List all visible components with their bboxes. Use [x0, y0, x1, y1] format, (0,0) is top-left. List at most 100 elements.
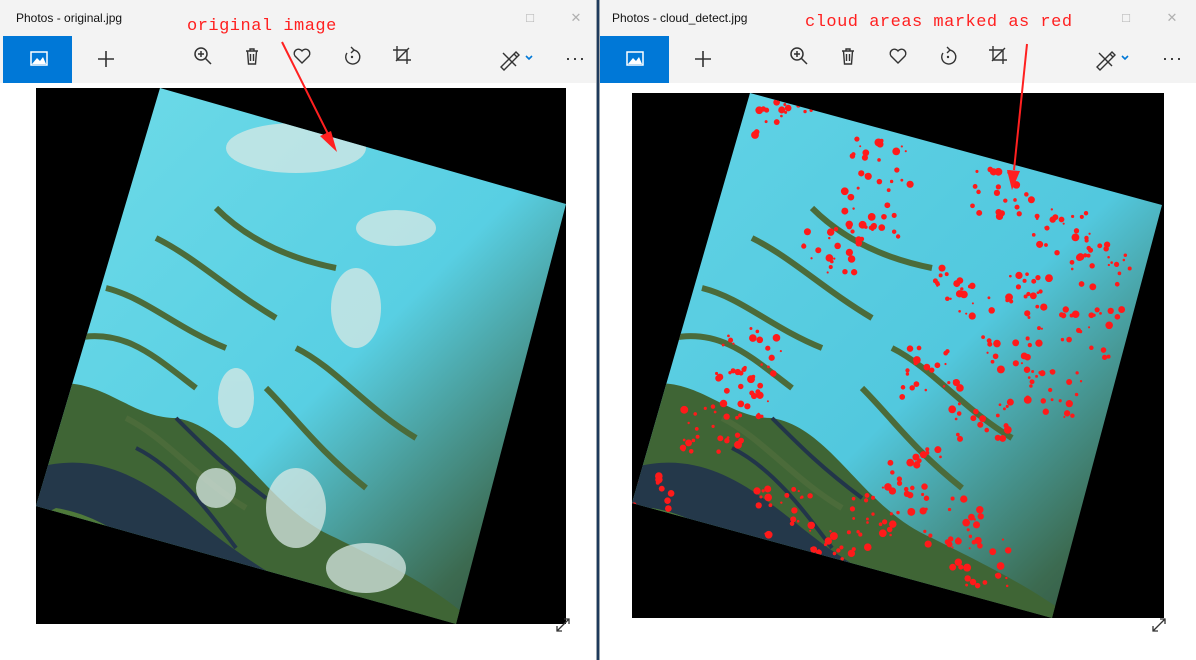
cloud-mark	[780, 501, 783, 504]
more-button[interactable]: ···	[565, 48, 586, 69]
cloud-mark	[1035, 217, 1039, 220]
cloud-mark	[944, 272, 949, 277]
cloud-mark	[772, 334, 781, 342]
cloud-mark	[755, 132, 759, 137]
cloud-mark	[976, 189, 981, 195]
edit-create-button[interactable]	[1092, 45, 1136, 73]
delete-button[interactable]	[834, 42, 862, 70]
cloud-mark	[1024, 310, 1031, 317]
cloud-mark	[949, 563, 957, 571]
cloud-mark	[1044, 243, 1048, 247]
cloud-mark	[1009, 274, 1012, 278]
crop-icon	[989, 46, 1007, 64]
favorite-button[interactable]	[884, 42, 912, 70]
cloud-mark	[993, 189, 1001, 196]
collection-button[interactable]	[600, 36, 669, 83]
cloud-mark	[981, 335, 985, 340]
close-button[interactable]: ✕	[566, 8, 586, 28]
cloud-mark	[950, 496, 955, 501]
cloud-mark	[727, 334, 730, 338]
edit-create-button[interactable]	[496, 45, 540, 73]
zoom-button[interactable]	[785, 42, 813, 70]
close-button[interactable]: ✕	[1162, 8, 1182, 28]
crop-button[interactable]	[388, 41, 416, 69]
cloud-mark	[747, 375, 755, 384]
fullscreen-icon[interactable]	[555, 617, 571, 633]
cloud-mark	[1058, 399, 1062, 403]
cloud-mark	[1074, 392, 1079, 397]
cloud-mark	[764, 120, 768, 124]
cloud-mark	[881, 213, 887, 220]
cloud-mark	[1049, 216, 1056, 223]
more-button[interactable]: ···	[1162, 48, 1183, 69]
favorite-button[interactable]	[288, 42, 316, 70]
cloud-mark	[957, 435, 964, 442]
cloud-mark	[948, 405, 957, 414]
cloud-mark	[942, 385, 946, 388]
cloud-mark	[976, 209, 983, 216]
add-button[interactable]	[689, 45, 717, 73]
rotate-button[interactable]	[338, 43, 366, 71]
home-picture-icon	[30, 51, 48, 66]
cloud-mark	[1025, 336, 1030, 341]
cloud-mark	[726, 436, 730, 440]
cloud-mark	[766, 400, 769, 403]
cloud-mark	[970, 203, 975, 209]
cloud-mark	[1088, 312, 1095, 319]
cloud-mark	[1029, 384, 1033, 388]
maximize-button[interactable]: □	[1116, 8, 1136, 28]
cloud-mark	[951, 546, 954, 549]
fullscreen-icon[interactable]	[1151, 617, 1167, 633]
cloud-mark	[1029, 379, 1035, 385]
cloud-mark	[1050, 398, 1054, 402]
cloud-mark	[1027, 316, 1031, 319]
cloud-mark	[994, 434, 1001, 441]
cloud-mark	[847, 255, 856, 263]
cloud-mark	[877, 158, 881, 162]
zoom-button[interactable]	[189, 42, 217, 70]
favorite-icon	[889, 48, 907, 64]
annotation-label: original image	[187, 17, 337, 36]
crop-button[interactable]	[984, 41, 1012, 69]
cloud-mark	[1066, 378, 1073, 385]
add-button[interactable]	[92, 45, 120, 73]
cloud-mark	[1042, 408, 1049, 415]
cloud-mark	[977, 513, 984, 520]
cloud-mark	[899, 394, 906, 400]
rotate-button[interactable]	[934, 43, 962, 71]
cloud-mark	[1022, 278, 1027, 283]
cloud-mark	[764, 485, 772, 493]
cloud-mark	[856, 186, 860, 190]
cloud-mark	[968, 547, 971, 550]
maximize-button[interactable]: □	[520, 8, 540, 28]
cloud-mark	[1076, 253, 1085, 261]
cloud-mark	[783, 103, 787, 106]
cloud-mark	[957, 402, 961, 406]
delete-button[interactable]	[238, 42, 266, 70]
collection-button[interactable]	[3, 36, 72, 83]
cloud-mark	[711, 424, 715, 428]
cloud-mark	[803, 109, 807, 114]
cloud-mark	[768, 503, 773, 508]
cloud-mark	[658, 485, 665, 492]
cloud-mark	[944, 362, 947, 366]
zoom-in-icon	[790, 47, 808, 65]
cloud-mark	[879, 139, 884, 144]
cloud-mark	[665, 505, 672, 512]
cloud-mark	[1040, 398, 1047, 404]
cloud-mark	[757, 412, 760, 416]
image-canvas	[0, 83, 596, 660]
cloud-mark	[945, 296, 950, 302]
cloud-mark	[1089, 283, 1097, 291]
cloud-mark	[886, 526, 893, 533]
cloud-mark	[921, 492, 925, 497]
image-canvas	[600, 83, 1196, 660]
cloud-mark	[685, 439, 693, 447]
cloud-mark	[695, 434, 700, 439]
cloud-mark	[803, 228, 811, 236]
cloud-mark	[965, 583, 969, 587]
cloud-mark	[1015, 284, 1022, 290]
cloud-mark	[1069, 259, 1075, 265]
cloud-mark	[738, 370, 744, 376]
cloud-mark	[1039, 370, 1046, 377]
